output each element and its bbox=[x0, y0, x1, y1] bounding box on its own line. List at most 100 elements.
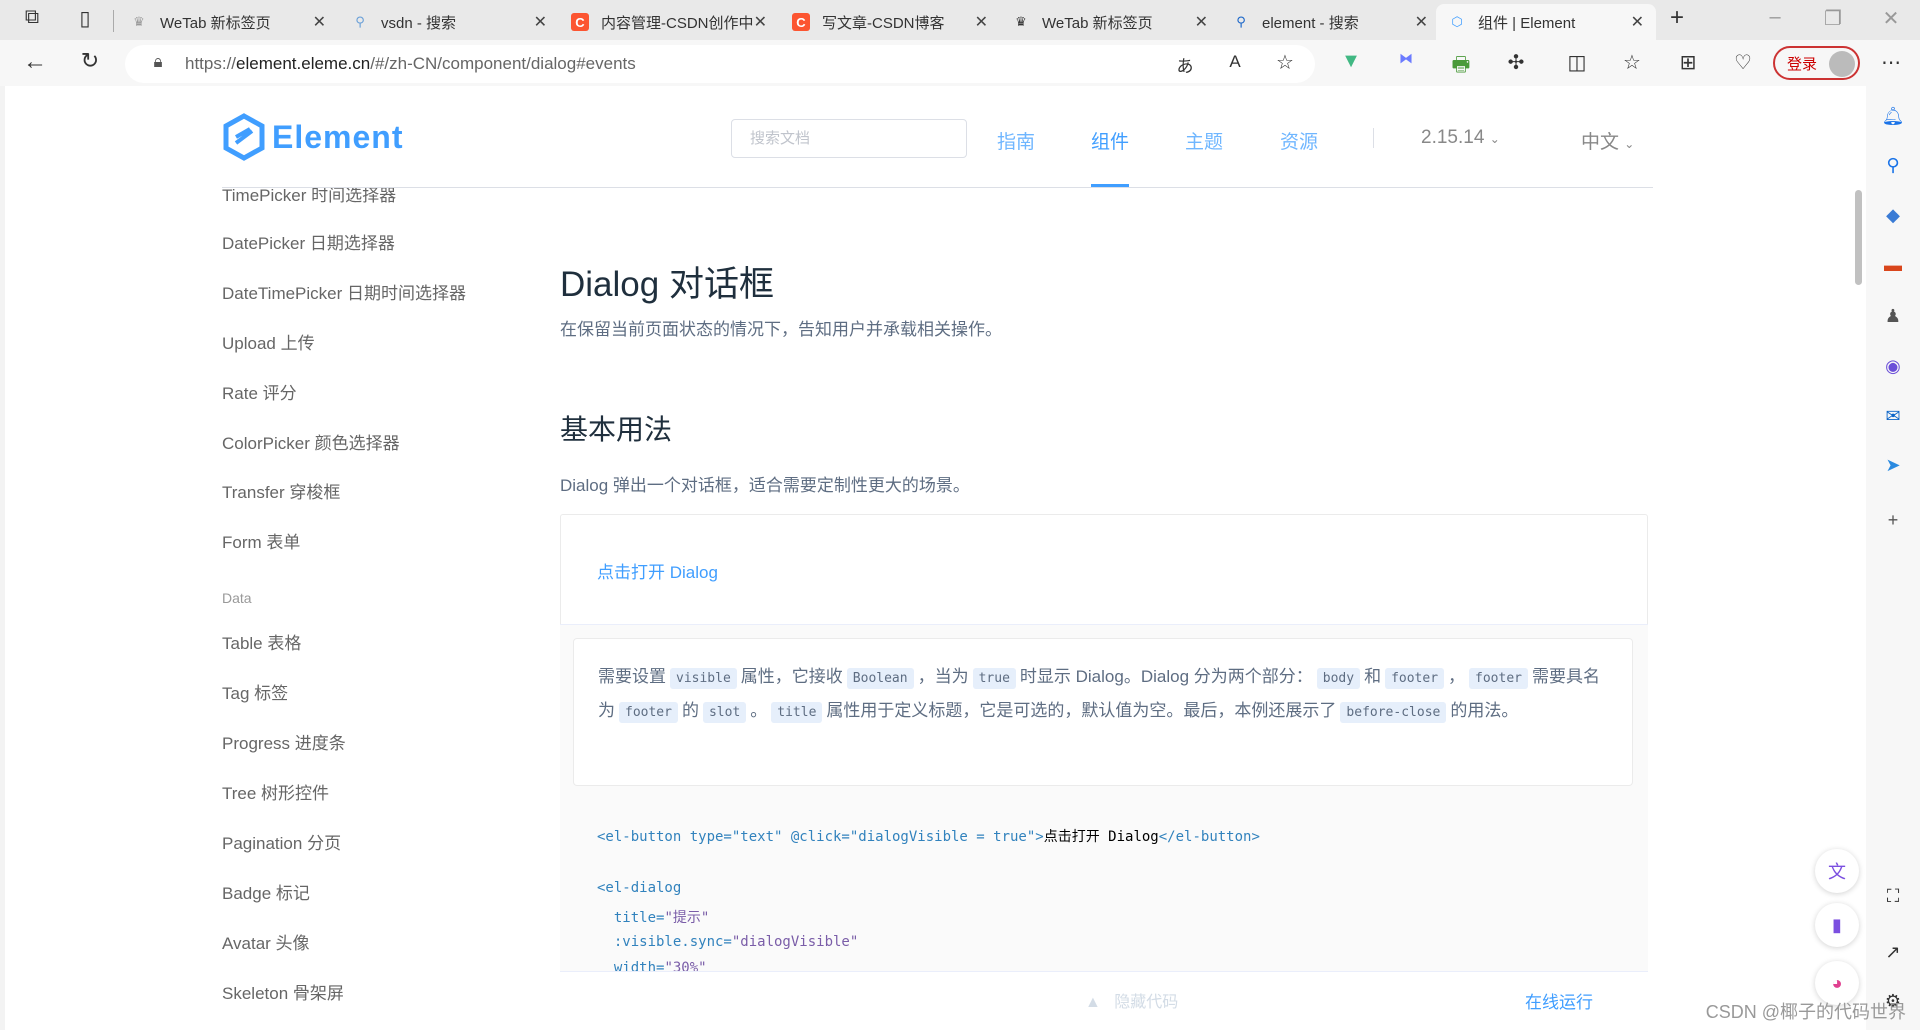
tab-vsdn-search[interactable]: ⚲ vsdn - 搜索 ✕ bbox=[339, 4, 559, 40]
element-logo[interactable]: Element bbox=[222, 113, 403, 161]
lock-icon: 🔒︎ bbox=[153, 52, 163, 71]
sidebar-item-pagination[interactable]: Pagination 分页 bbox=[222, 829, 341, 854]
address-bar[interactable]: 🔒︎ https://element.eleme.cn/#/zh-CN/comp… bbox=[125, 45, 1315, 83]
reader-float-icon[interactable]: ▮ bbox=[1815, 903, 1859, 947]
favorite-star-icon[interactable]: ☆ bbox=[1270, 50, 1300, 75]
sidebar-item-transfer[interactable]: Transfer 穿梭框 bbox=[222, 478, 340, 503]
read-aloud-icon[interactable]: A bbox=[1220, 52, 1250, 72]
collections-icon[interactable]: ⊞ bbox=[1673, 50, 1703, 75]
run-online-button[interactable]: 在线运行 bbox=[1525, 988, 1593, 1013]
send-icon[interactable]: ➤ bbox=[1880, 452, 1906, 478]
tab-element-component[interactable]: ⬡ 组件 | Element ✕ bbox=[1436, 4, 1656, 40]
toolbox-icon[interactable]: ▬ bbox=[1880, 252, 1906, 278]
browser-essentials-icon[interactable]: ♡ bbox=[1728, 50, 1758, 75]
refresh-icon[interactable]: ↻ bbox=[75, 48, 105, 74]
outlook-icon[interactable]: ✉ bbox=[1880, 403, 1906, 429]
bell-icon[interactable]: 🔔︎ bbox=[1880, 103, 1906, 129]
sidebar-item-datepicker[interactable]: DatePicker 日期选择器 bbox=[222, 229, 395, 254]
tab-csdn-write[interactable]: C 写文章-CSDN博客 ✕ bbox=[780, 4, 1000, 40]
close-tab-icon[interactable]: ✕ bbox=[1415, 12, 1428, 32]
element-icon: ⬡ bbox=[1451, 14, 1463, 29]
sidebar-item-tree[interactable]: Tree 树形控件 bbox=[222, 779, 329, 804]
language-select[interactable]: 中文 ⌄ bbox=[1581, 127, 1634, 154]
page-content: Element 搜索文档 指南 组件 主题 资源 2.15.14 ⌄ 中文 ⌄ … bbox=[5, 86, 1866, 1030]
close-tab-icon[interactable]: ✕ bbox=[1631, 12, 1644, 32]
extension-icon[interactable]: ⧓ bbox=[1391, 50, 1421, 67]
header-divider bbox=[222, 187, 1653, 188]
office-icon[interactable]: ◉ bbox=[1880, 353, 1906, 379]
sidebar-group-data: Data bbox=[222, 590, 252, 606]
favorites-icon[interactable]: ☆ bbox=[1617, 50, 1647, 75]
sidebar-item-timepicker[interactable]: TimePicker 时间选择器 bbox=[222, 188, 396, 206]
nav-divider bbox=[1373, 128, 1374, 148]
tab-csdn-content[interactable]: C 内容管理-CSDN创作中心 ✕ bbox=[559, 4, 779, 40]
nav-guide[interactable]: 指南 bbox=[997, 127, 1035, 154]
screenshot-icon[interactable]: ⛶ bbox=[1880, 883, 1906, 909]
nav-resource[interactable]: 资源 bbox=[1280, 127, 1318, 154]
edge-sidebar: 🔔︎ ⚲ ◆ ▬ ♟ ◉ ✉ ➤ + ⛶ ↗ ⚙ bbox=[1866, 86, 1920, 1030]
watermark: CSDN @椰子的代码世界 bbox=[1705, 1002, 1906, 1022]
extensions-icon[interactable]: ✣ bbox=[1501, 50, 1531, 75]
search-docs-input[interactable]: 搜索文档 bbox=[731, 119, 967, 158]
restore-icon[interactable]: ❐ bbox=[1818, 6, 1848, 31]
chevron-down-icon: ⌄ bbox=[1489, 132, 1500, 146]
sidebar-item-tag[interactable]: Tag 标签 bbox=[222, 679, 288, 704]
close-tab-icon[interactable]: ✕ bbox=[1195, 12, 1208, 32]
section-description: Dialog 弹出一个对话框，适合需要定制性更大的场景。 bbox=[560, 476, 970, 495]
tag-icon[interactable]: ◆ bbox=[1880, 202, 1906, 228]
open-external-icon[interactable]: ↗ bbox=[1880, 939, 1906, 965]
search-icon: ⚲ bbox=[1236, 14, 1246, 29]
translate-float-icon[interactable]: ⽂ bbox=[1815, 849, 1859, 893]
minimize-icon[interactable]: – bbox=[1760, 6, 1790, 29]
back-icon[interactable]: ← bbox=[20, 48, 50, 76]
games-icon[interactable]: ♟ bbox=[1880, 303, 1906, 329]
split-screen-icon[interactable]: ◫ bbox=[1562, 50, 1592, 75]
sidebar-item-rate[interactable]: Rate 评分 bbox=[222, 379, 297, 404]
hide-code-button[interactable]: ▲ 隐藏代码 bbox=[1085, 988, 1178, 1012]
tab-bar: ⧉ ▯ ♛ WeTab 新标签页 ✕ ⚲ vsdn - 搜索 ✕ C 内容管理-CSDN创… bbox=[0, 0, 1920, 40]
close-tab-icon[interactable]: ✕ bbox=[313, 12, 326, 32]
csdn-icon: C bbox=[571, 13, 589, 31]
element-logo-icon bbox=[223, 113, 265, 161]
add-icon[interactable]: + bbox=[1880, 507, 1906, 533]
csdn-icon: C bbox=[792, 13, 810, 31]
close-tab-icon[interactable]: ✕ bbox=[975, 12, 988, 32]
tab-wetab[interactable]: ♛ WeTab 新标签页 ✕ bbox=[118, 4, 338, 40]
nav-theme[interactable]: 主题 bbox=[1185, 127, 1223, 154]
page-subtitle: 在保留当前页面状态的情况下，告知用户并承载相关操作。 bbox=[560, 320, 1002, 339]
avatar bbox=[1829, 51, 1855, 77]
sidebar-item-upload[interactable]: Upload 上传 bbox=[222, 329, 315, 354]
translate-icon[interactable]: あ bbox=[1170, 52, 1200, 77]
scrollbar[interactable] bbox=[1855, 190, 1862, 285]
version-select[interactable]: 2.15.14 ⌄ bbox=[1421, 127, 1500, 149]
demo-description: 需要设置 visible 属性，它接收 Boolean ，当为 true 时显示 Dialo… bbox=[573, 638, 1633, 786]
chevron-down-icon: ⌄ bbox=[1624, 137, 1635, 151]
sidebar-item-progress[interactable]: Progress 进度条 bbox=[222, 729, 346, 754]
code-line: :visible.sync="dialogVisible" bbox=[597, 934, 859, 950]
close-window-icon[interactable]: ✕ bbox=[1876, 6, 1906, 31]
sidebar-item-badge[interactable]: Badge 标记 bbox=[222, 879, 310, 904]
sidebar-item-skeleton[interactable]: Skeleton 骨架屏 bbox=[222, 979, 344, 1004]
new-tab-icon[interactable]: + bbox=[1662, 4, 1692, 32]
code-line: <el-dialog bbox=[597, 880, 682, 896]
tab-element-search[interactable]: ⚲ element - 搜索 ✕ bbox=[1220, 4, 1440, 40]
close-tab-icon[interactable]: ✕ bbox=[534, 12, 547, 32]
close-tab-icon[interactable]: ✕ bbox=[754, 12, 767, 32]
vertical-tabs-icon[interactable]: ▯ bbox=[70, 6, 100, 31]
open-dialog-button[interactable]: 点击打开 Dialog bbox=[597, 558, 718, 583]
sidebar-item-avatar[interactable]: Avatar 头像 bbox=[222, 929, 310, 954]
section-title: 基本用法 bbox=[560, 414, 673, 445]
tab-wetab-2[interactable]: ♛ WeTab 新标签页 ✕ bbox=[1000, 4, 1220, 40]
login-button[interactable]: 登录 bbox=[1773, 46, 1860, 80]
vue-devtools-icon[interactable]: ▼ bbox=[1336, 50, 1366, 73]
sidebar-item-colorpicker[interactable]: ColorPicker 颜色选择器 bbox=[222, 429, 400, 454]
search-icon[interactable]: ⚲ bbox=[1880, 152, 1906, 178]
nav-component[interactable]: 组件 bbox=[1091, 127, 1129, 154]
workspaces-icon[interactable]: ⧉ bbox=[17, 6, 47, 29]
print-icon[interactable]: 🖶︎ bbox=[1446, 50, 1476, 84]
sidebar-item-table[interactable]: Table 表格 bbox=[222, 629, 301, 654]
sidebar-item-form[interactable]: Form 表单 bbox=[222, 528, 300, 553]
more-icon[interactable]: ⋯ bbox=[1876, 50, 1906, 75]
sidebar-item-datetimepicker[interactable]: DateTimePicker 日期时间选择器 bbox=[222, 279, 466, 304]
caret-up-icon: ▲ bbox=[1085, 994, 1101, 1011]
